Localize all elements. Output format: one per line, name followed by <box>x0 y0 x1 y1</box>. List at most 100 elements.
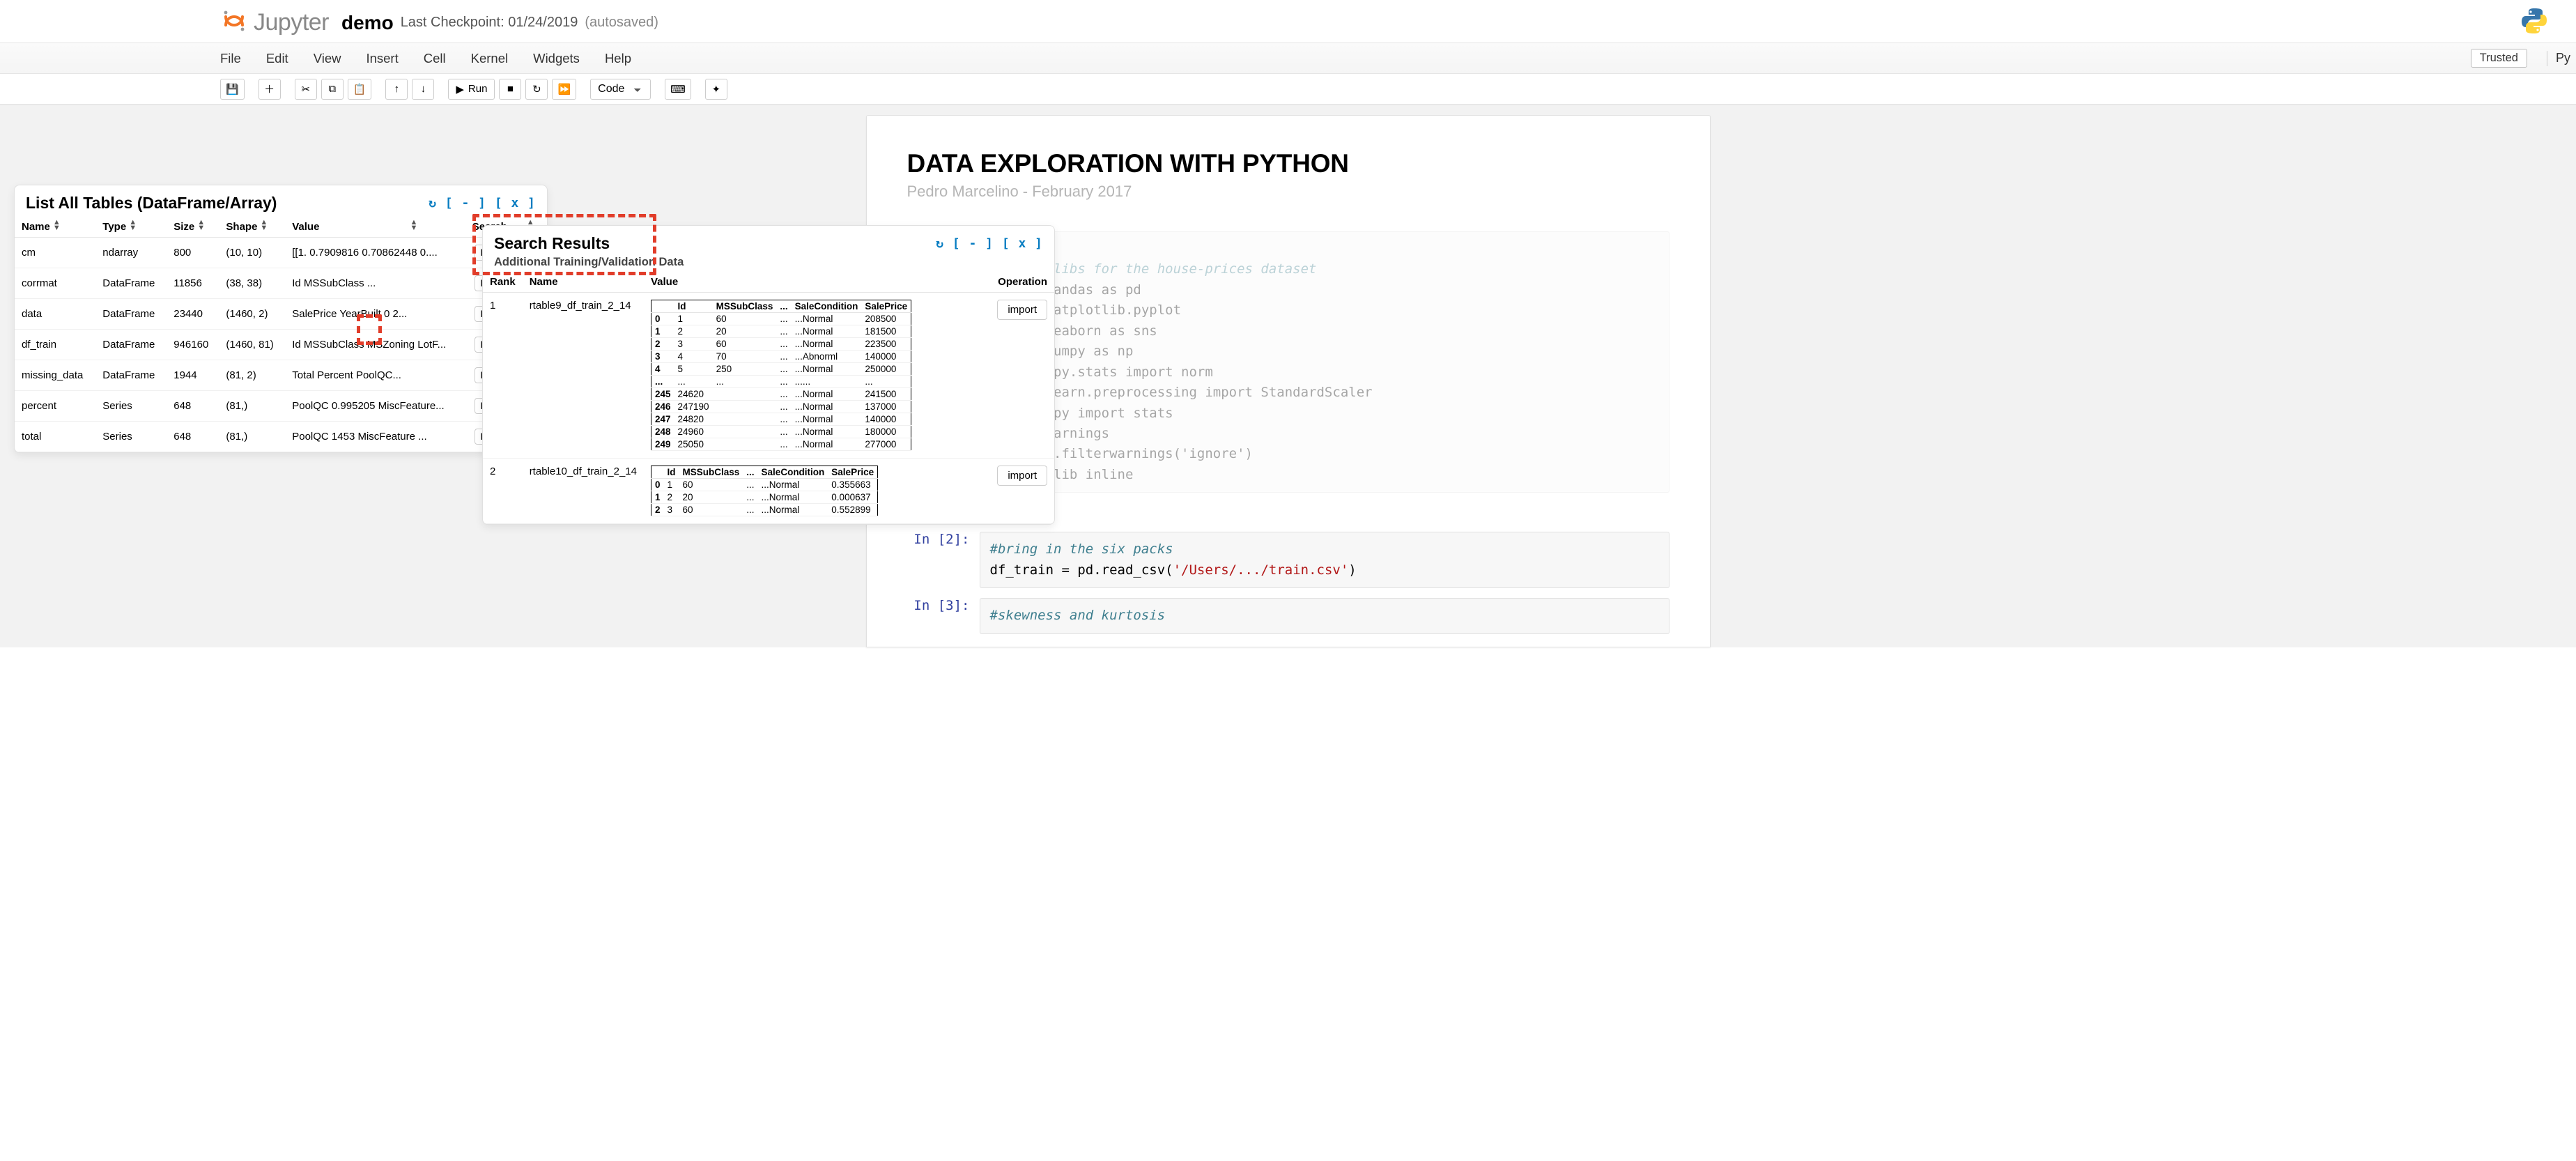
cell-size: 648 <box>167 422 219 452</box>
table-row[interactable]: df_trainDataFrame946160(1460, 81)Id MSSu… <box>15 330 547 360</box>
col-operation[interactable]: Operation <box>978 272 1054 293</box>
sort-icon[interactable] <box>53 220 61 231</box>
brand[interactable]: Jupyter <box>222 8 329 37</box>
col-value[interactable]: Value <box>285 215 465 238</box>
run-label: Run <box>468 83 488 95</box>
cell-shape: (81, 2) <box>219 360 285 391</box>
cell-operation: import <box>978 459 1054 524</box>
collapse-button[interactable]: [ - ] <box>952 236 994 251</box>
menu-edit[interactable]: Edit <box>266 51 288 66</box>
cell-type: DataFrame <box>95 360 167 391</box>
python-logo-icon <box>2520 7 2548 38</box>
cell-name: percent <box>15 391 95 422</box>
cell-type: Series <box>95 422 167 452</box>
interrupt-button[interactable]: ■ <box>499 79 521 100</box>
cell-size: 11856 <box>167 268 219 299</box>
cell-value: [[1. 0.7909816 0.70862448 0.... <box>285 238 465 268</box>
cell-code[interactable]: #import libs for the house-prices datase… <box>980 231 1669 493</box>
cell-rank: 1 <box>483 293 523 459</box>
move-down-button[interactable]: ↓ <box>412 79 434 100</box>
search-results-panel[interactable]: Search Results ↻ [ - ] [ x ] Additional … <box>482 225 1055 525</box>
save-button[interactable]: 💾 <box>220 79 245 100</box>
cell-code[interactable]: #bring in the six packs df_train = pd.re… <box>980 532 1669 588</box>
panel-title: Search Results <box>494 234 610 253</box>
cell-code[interactable]: #skewness and kurtosis <box>980 598 1669 633</box>
paste-button[interactable]: 📋 <box>348 79 372 100</box>
fast-forward-icon: ⏩ <box>557 83 571 95</box>
sort-icon[interactable] <box>260 220 268 231</box>
cell-shape: (38, 38) <box>219 268 285 299</box>
menu-kernel[interactable]: Kernel <box>471 51 508 66</box>
tables-list-panel[interactable]: List All Tables (DataFrame/Array) ↻ [ - … <box>14 185 548 453</box>
cell-name: total <box>15 422 95 452</box>
result-row[interactable]: 1rtable9_df_train_2_14IdMSSubClass...Sal… <box>483 293 1054 459</box>
refresh-icon[interactable]: ↻ <box>429 196 437 210</box>
cell-name: data <box>15 299 95 330</box>
table-row[interactable]: cmndarray800(10, 10)[[1. 0.7909816 0.708… <box>15 238 547 268</box>
cell-size: 648 <box>167 391 219 422</box>
cell-name: rtable9_df_train_2_14 <box>523 293 644 459</box>
cell-type: Series <box>95 391 167 422</box>
trusted-badge[interactable]: Trusted <box>2471 49 2527 68</box>
brand-name: Jupyter <box>254 9 329 36</box>
col-name[interactable]: Name <box>523 272 644 293</box>
extension-button[interactable]: ✦ <box>705 79 727 100</box>
panel-title: List All Tables (DataFrame/Array) <box>26 194 277 213</box>
table-row[interactable]: dataDataFrame23440(1460, 2)SalePrice Yea… <box>15 299 547 330</box>
cell-size: 800 <box>167 238 219 268</box>
move-up-button[interactable]: ↑ <box>385 79 408 100</box>
col-type[interactable]: Type <box>95 215 167 238</box>
cell-name: corrmat <box>15 268 95 299</box>
col-size[interactable]: Size <box>167 215 219 238</box>
run-button[interactable]: ▶Run <box>448 79 495 100</box>
last-checkpoint: Last Checkpoint: 01/24/2019 <box>401 15 578 31</box>
close-button[interactable]: [ x ] <box>495 196 536 210</box>
refresh-icon: ↻ <box>532 83 541 95</box>
scissors-icon: ✂ <box>301 83 310 95</box>
import-button[interactable]: import <box>997 466 1047 486</box>
arrow-down-icon: ↓ <box>421 83 426 95</box>
table-row[interactable]: missing_dataDataFrame1944(81, 2)Total Pe… <box>15 360 547 391</box>
refresh-icon[interactable]: ↻ <box>936 236 944 251</box>
import-button[interactable]: import <box>997 300 1047 320</box>
cell-value: PoolQC 0.995205 MiscFeature... <box>285 391 465 422</box>
cell-shape: (1460, 2) <box>219 299 285 330</box>
cut-button[interactable]: ✂ <box>295 79 317 100</box>
sort-icon[interactable] <box>410 220 417 231</box>
col-shape[interactable]: Shape <box>219 215 285 238</box>
sort-icon[interactable] <box>129 220 137 231</box>
kernel-name: Py <box>2556 51 2570 66</box>
menu-cell[interactable]: Cell <box>424 51 446 66</box>
cell-size: 23440 <box>167 299 219 330</box>
cell-shape: (81,) <box>219 422 285 452</box>
sort-icon[interactable] <box>197 220 205 231</box>
table-row[interactable]: totalSeries648(81,)PoolQC 1453 MiscFeatu… <box>15 422 547 452</box>
cell-type-select[interactable]: Code <box>590 79 651 100</box>
preview-table: IdMSSubClass...SaleConditionSalePrice016… <box>651 466 878 516</box>
cell-value: PoolQC 1453 MiscFeature ... <box>285 422 465 452</box>
command-palette-button[interactable]: ⌨ <box>665 79 691 100</box>
close-button[interactable]: [ x ] <box>1002 236 1043 251</box>
col-value[interactable]: Value <box>644 272 978 293</box>
menu-view[interactable]: View <box>314 51 341 66</box>
menu-help[interactable]: Help <box>605 51 631 66</box>
menu-file[interactable]: File <box>220 51 241 66</box>
col-rank[interactable]: Rank <box>483 272 523 293</box>
menu-insert[interactable]: Insert <box>366 51 398 66</box>
restart-run-all-button[interactable]: ⏩ <box>552 79 576 100</box>
insert-cell-button[interactable]: ＋ <box>259 79 281 100</box>
notebook-name[interactable]: demo <box>341 12 394 34</box>
table-row[interactable]: percentSeries648(81,)PoolQC 0.995205 Mis… <box>15 391 547 422</box>
result-row[interactable]: 2rtable10_df_train_2_14IdMSSubClass...Sa… <box>483 459 1054 524</box>
col-name[interactable]: Name <box>15 215 95 238</box>
cell-shape: (81,) <box>219 391 285 422</box>
copy-button[interactable]: ⧉ <box>321 79 344 100</box>
restart-button[interactable]: ↻ <box>525 79 548 100</box>
cell-type: DataFrame <box>95 268 167 299</box>
cell-value: IdMSSubClass...SaleConditionSalePrice016… <box>644 293 978 459</box>
collapse-button[interactable]: [ - ] <box>445 196 486 210</box>
notebook-header: Jupyter demo Last Checkpoint: 01/24/2019… <box>0 0 2576 43</box>
menu-widgets[interactable]: Widgets <box>533 51 580 66</box>
table-row[interactable]: corrmatDataFrame11856(38, 38)Id MSSubCla… <box>15 268 547 299</box>
cell-value: Id MSSubClass MSZoning LotF... <box>285 330 465 360</box>
